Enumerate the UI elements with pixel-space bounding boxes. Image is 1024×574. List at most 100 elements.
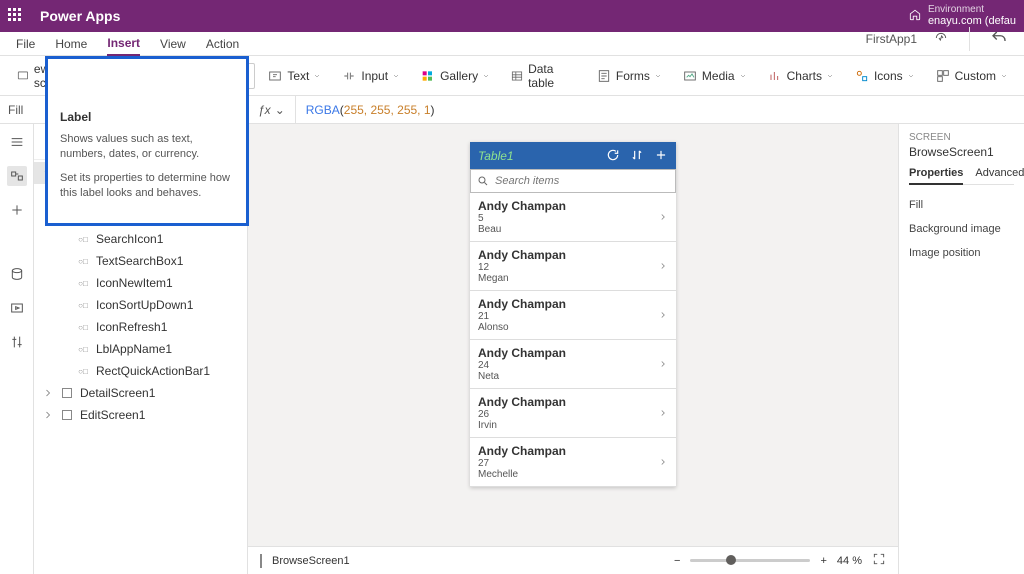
rail-hamburger[interactable]	[7, 132, 27, 152]
property-image-position[interactable]: Image position	[909, 241, 1014, 265]
tab-properties[interactable]: Properties	[909, 167, 963, 185]
charts-icon	[767, 68, 783, 84]
environment-icon	[908, 8, 922, 25]
sort-icon[interactable]	[630, 148, 644, 165]
gallery-icon	[420, 68, 436, 84]
chevron-down-icon	[482, 72, 490, 80]
zoom-slider[interactable]	[690, 559, 810, 562]
pane-type-label: SCREEN	[909, 132, 1014, 143]
rail-media[interactable]	[7, 298, 27, 318]
label-tooltip-callout: Label Shows values such as text, numbers…	[45, 56, 249, 226]
list-item[interactable]: Andy Champan21Alonso	[470, 291, 676, 340]
tree-textsearchbox1[interactable]: ○□TextSearchBox1	[34, 250, 247, 272]
zoom-in-icon[interactable]: +	[820, 555, 826, 567]
property-fill[interactable]: Fill	[909, 193, 1014, 217]
control-icon: ○□	[76, 235, 90, 244]
rail-tree-view[interactable]	[7, 166, 27, 186]
rail-data[interactable]	[7, 264, 27, 284]
rail-insert[interactable]	[7, 200, 27, 220]
menu-home[interactable]: Home	[55, 37, 87, 55]
tooltip-text-1: Shows values such as text, numbers, date…	[60, 132, 234, 163]
chevron-right-icon	[658, 210, 668, 224]
menu-action[interactable]: Action	[206, 37, 239, 55]
menu-bar: File Home Insert View Action FirstApp1	[0, 32, 1024, 56]
insert-icons-button[interactable]: Icons	[846, 64, 923, 88]
chevron-down-icon	[826, 72, 834, 80]
tree-lblappname1[interactable]: ○□LblAppName1	[34, 338, 247, 360]
control-icon: ○□	[76, 367, 90, 376]
tree-searchicon1[interactable]: ○□SearchIcon1	[34, 228, 247, 250]
chevron-down-icon	[654, 72, 662, 80]
table-icon	[510, 68, 524, 84]
formula-input[interactable]: RGBA(255, 255, 255, 1)	[296, 103, 445, 117]
tooltip-text-2: Set its properties to determine how this…	[60, 171, 234, 202]
undo-button[interactable]	[990, 29, 1008, 50]
tree-iconrefresh1[interactable]: ○□IconRefresh1	[34, 316, 247, 338]
search-input[interactable]	[495, 175, 669, 187]
chevron-down-icon	[392, 72, 400, 80]
control-icon: ○□	[76, 345, 90, 354]
insert-media-button[interactable]: Media	[674, 64, 755, 88]
insert-charts-button[interactable]: Charts	[759, 64, 842, 88]
screen-icon	[62, 410, 72, 420]
menu-insert[interactable]: Insert	[107, 36, 140, 56]
screen-icon	[260, 554, 262, 568]
tooltip-title: Label	[60, 109, 234, 126]
phone-preview[interactable]: Table1 Andy Champan5BeauAndy Champan12Me…	[470, 142, 676, 487]
chevron-right-icon	[658, 455, 668, 469]
tree-iconsortupdown1[interactable]: ○□IconSortUpDown1	[34, 294, 247, 316]
property-background-image[interactable]: Background image	[909, 217, 1014, 241]
canvas: Table1 Andy Champan5BeauAndy Champan12Me…	[248, 124, 898, 574]
insert-gallery-button[interactable]: Gallery	[412, 64, 498, 88]
rail-advanced[interactable]	[7, 332, 27, 352]
health-icon[interactable]	[933, 30, 949, 49]
insert-datatable-button[interactable]: Data table	[502, 58, 584, 94]
chevron-down-icon	[739, 72, 747, 80]
chevron-right-icon	[658, 308, 668, 322]
tree-editscreen1[interactable]: EditScreen1	[34, 404, 247, 426]
canvas-footer: BrowseScreen1 − + 44 %	[248, 546, 898, 574]
screen-icon	[62, 388, 72, 398]
chevron-right-icon	[658, 406, 668, 420]
control-icon: ○□	[76, 323, 90, 332]
control-icon: ○□	[76, 301, 90, 310]
menu-file[interactable]: File	[16, 37, 35, 55]
menu-view[interactable]: View	[160, 37, 186, 55]
fit-icon[interactable]	[872, 552, 886, 569]
insert-input-button[interactable]: Input	[333, 64, 408, 88]
fx-label: ƒx⌄	[248, 96, 296, 123]
text-icon	[267, 68, 283, 84]
refresh-icon[interactable]	[606, 148, 620, 165]
current-app-name[interactable]: FirstApp1	[866, 32, 917, 46]
screen-icon	[16, 68, 30, 84]
footer-screen-name[interactable]: BrowseScreen1	[272, 555, 350, 567]
list-item[interactable]: Andy Champan5Beau	[470, 193, 676, 242]
search-box[interactable]	[470, 169, 676, 193]
list-item[interactable]: Andy Champan27Mechelle	[470, 438, 676, 487]
waffle-icon[interactable]	[8, 8, 24, 24]
add-icon[interactable]	[654, 148, 668, 165]
custom-icon	[935, 68, 951, 84]
tree-detailscreen1[interactable]: DetailScreen1	[34, 382, 247, 404]
zoom-out-icon[interactable]: −	[674, 555, 680, 567]
chevron-right-icon	[42, 387, 54, 399]
chevron-right-icon	[658, 259, 668, 273]
chevron-right-icon	[42, 409, 54, 421]
chevron-down-icon	[1000, 72, 1008, 80]
tree-iconnewitem1[interactable]: ○□IconNewItem1	[34, 272, 247, 294]
environment-selector[interactable]: Environment enayu.com (defau	[908, 4, 1016, 27]
list-item[interactable]: Andy Champan12Megan	[470, 242, 676, 291]
list-item[interactable]: Andy Champan24Neta	[470, 340, 676, 389]
table-title: Table1	[478, 149, 514, 163]
tree-rectquickactionbar1[interactable]: ○□RectQuickActionBar1	[34, 360, 247, 382]
insert-text-button[interactable]: Text	[259, 64, 329, 88]
chevron-down-icon	[907, 72, 915, 80]
list-item[interactable]: Andy Champan26Irvin	[470, 389, 676, 438]
forms-icon	[596, 68, 612, 84]
insert-custom-button[interactable]: Custom	[927, 64, 1016, 88]
chevron-right-icon	[658, 357, 668, 371]
chevron-down-icon	[313, 72, 321, 80]
media-icon	[682, 68, 698, 84]
tab-advanced[interactable]: Advanced	[975, 167, 1024, 184]
insert-forms-button[interactable]: Forms	[588, 64, 670, 88]
